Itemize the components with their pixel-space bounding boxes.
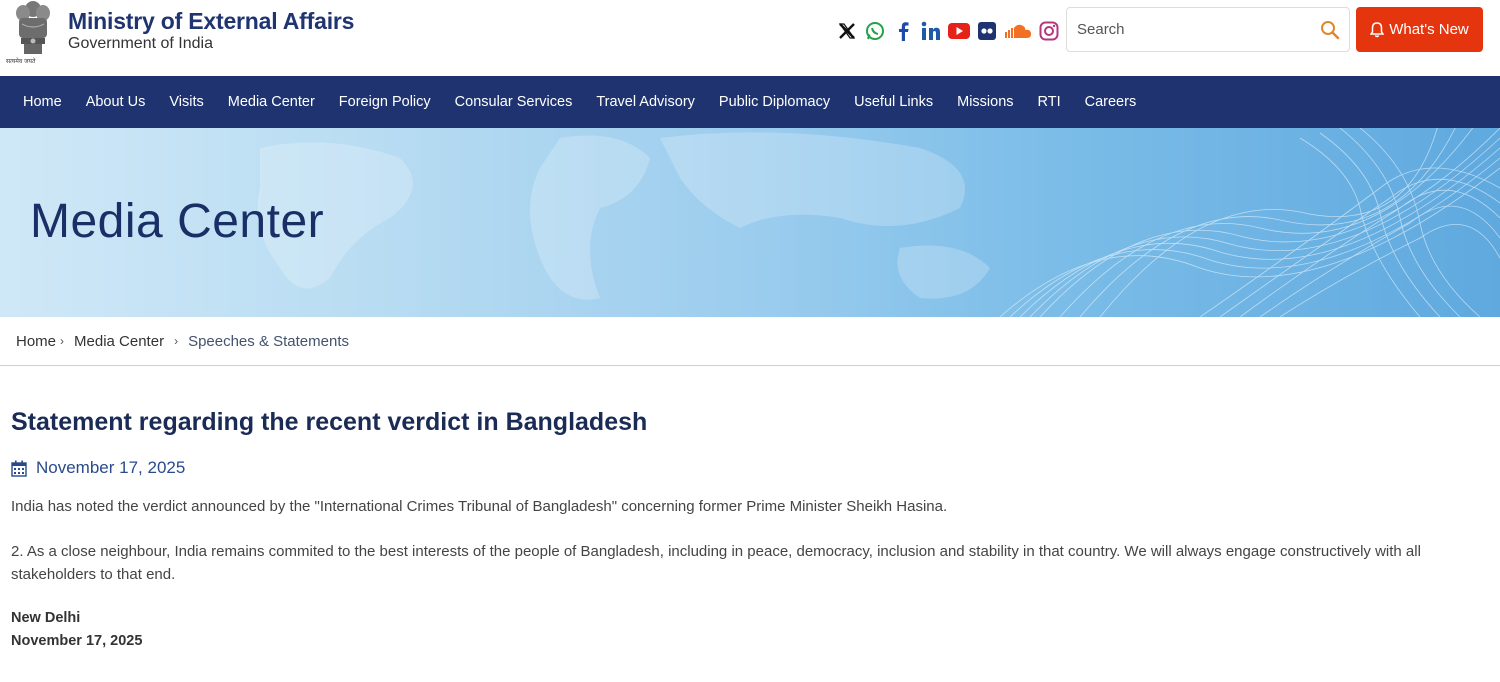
nav-item-media-center[interactable]: Media Center [216, 76, 327, 128]
flickr-icon[interactable] [975, 19, 999, 43]
whats-new-label: What's New [1389, 21, 1469, 38]
social-links [835, 19, 1061, 43]
breadcrumb-current: Speeches & Statements [188, 332, 349, 350]
nav-item-home[interactable]: Home [11, 76, 74, 128]
article-paragraph: 2. As a close neighbour, India remains c… [11, 543, 1421, 583]
article-paragraph: India has noted the verdict announced by… [11, 498, 948, 515]
ministry-title[interactable]: Ministry of External Affairs [68, 8, 354, 35]
whats-new-button[interactable]: What's New [1356, 7, 1483, 52]
nav-item-careers[interactable]: Careers [1073, 76, 1149, 128]
article-title: Statement regarding the recent verdict i… [11, 408, 648, 436]
linkedin-icon[interactable] [919, 19, 943, 43]
nav-item-consular-services[interactable]: Consular Services [443, 76, 585, 128]
emblem-caption: सत्यमेव जयते [6, 58, 36, 65]
search-icon[interactable] [1319, 19, 1341, 41]
breadcrumb: Home › Media Center › Speeches & Stateme… [0, 317, 1500, 366]
nav-item-visits[interactable]: Visits [157, 76, 215, 128]
nav-item-missions[interactable]: Missions [945, 76, 1025, 128]
government-subtitle: Government of India [68, 35, 213, 52]
soundcloud-icon[interactable] [1003, 19, 1033, 43]
site-header: सत्यमेव जयते Ministry of External Affair… [0, 0, 1500, 76]
nav-item-foreign-policy[interactable]: Foreign Policy [327, 76, 443, 128]
whatsapp-icon[interactable] [863, 19, 887, 43]
banner-title: Media Center [30, 195, 325, 248]
nav-item-rti[interactable]: RTI [1026, 76, 1073, 128]
bell-icon [1370, 21, 1385, 37]
article-date-row: November 17, 2025 [11, 458, 185, 478]
search-input[interactable] [1077, 8, 1307, 51]
breadcrumb-media-center[interactable]: Media Center [74, 333, 164, 350]
nav-item-useful-links[interactable]: Useful Links [842, 76, 945, 128]
statement-place: New Delhi [11, 610, 81, 626]
article-date: November 17, 2025 [36, 458, 186, 477]
facebook-icon[interactable] [891, 19, 915, 43]
breadcrumb-separator-icon: › [60, 334, 65, 348]
statement-date: November 17, 2025 [11, 633, 143, 649]
breadcrumb-home[interactable]: Home [16, 333, 56, 350]
main-navigation: Home About Us Visits Media Center Foreig… [0, 76, 1500, 128]
calendar-icon [11, 460, 27, 477]
page-banner: Media Center [0, 128, 1500, 317]
youtube-icon[interactable] [947, 19, 971, 43]
nav-item-about-us[interactable]: About Us [74, 76, 158, 128]
breadcrumb-separator-icon: › [174, 334, 179, 348]
nav-item-public-diplomacy[interactable]: Public Diplomacy [707, 76, 842, 128]
x-icon[interactable] [835, 19, 859, 43]
nav-item-travel-advisory[interactable]: Travel Advisory [584, 76, 707, 128]
search-box [1066, 7, 1350, 52]
instagram-icon[interactable] [1037, 19, 1061, 43]
